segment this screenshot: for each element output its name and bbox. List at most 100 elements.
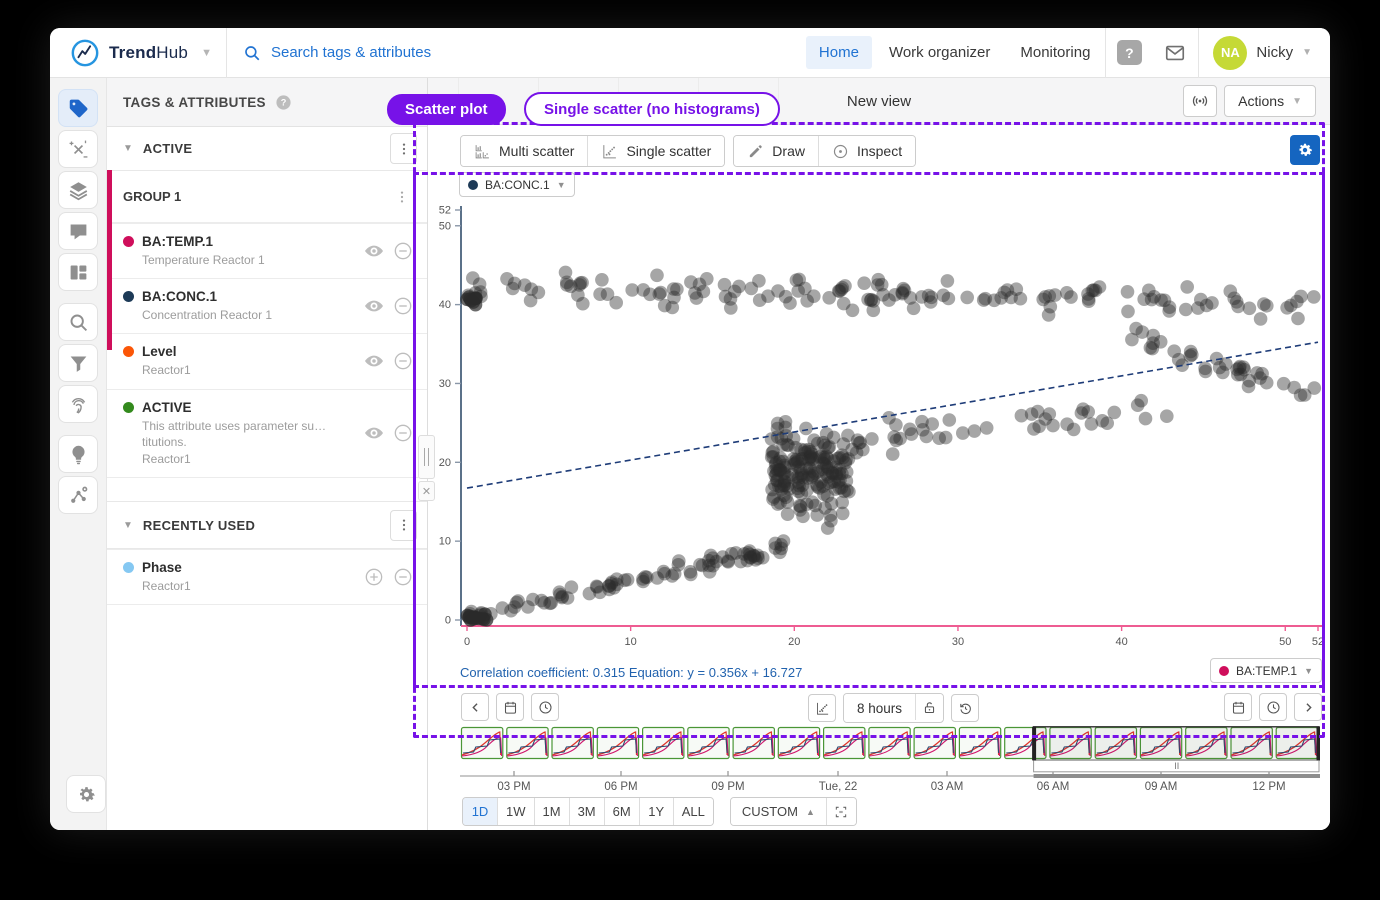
dashboard-icon (68, 262, 89, 283)
nav-item-work-organizer[interactable]: Work organizer (876, 36, 1003, 69)
chart-settings-button[interactable] (1290, 135, 1320, 165)
range-1m-button[interactable]: 1M (534, 798, 569, 825)
signal-color-dot (123, 236, 134, 247)
chevron-down-icon: ▼ (1292, 96, 1302, 107)
help-icon[interactable]: ? (275, 94, 292, 111)
single-scatter-button[interactable]: Single scatter (587, 136, 724, 166)
broadcast-button[interactable] (1183, 85, 1217, 117)
range-1w-button[interactable]: 1W (497, 798, 534, 825)
resize-grip[interactable] (418, 435, 435, 479)
single-scatter-icon (601, 143, 618, 160)
group-menu-button[interactable] (391, 189, 413, 205)
timeline-right-controls (1224, 693, 1322, 721)
lock-duration-button[interactable] (915, 694, 943, 720)
search-input[interactable] (271, 44, 691, 61)
signal-color-dot (123, 346, 134, 357)
tag-row-ba-conc-1[interactable]: BA:CONC.1Concentration Reactor 1 (107, 278, 427, 333)
brand[interactable]: TrendHub ▼ (50, 38, 226, 68)
start-date-button[interactable] (496, 693, 524, 721)
tag-description: Concentration Reactor 1 (142, 307, 364, 323)
tool-tag-button[interactable] (58, 89, 98, 127)
actions-button[interactable]: Actions ▼ (1224, 85, 1316, 117)
tag-row-level[interactable]: LevelReactor1 (107, 333, 427, 388)
scatter-chart[interactable]: 01020304050520102030405052 (434, 202, 1324, 664)
range-3m-button[interactable]: 3M (569, 798, 604, 825)
section-menu-button[interactable] (390, 133, 417, 164)
svg-text:12 PM: 12 PM (1252, 781, 1285, 793)
y-axis-signal-selector[interactable]: BA:CONC.1 ▼ (459, 172, 575, 197)
fit-range-button[interactable] (826, 798, 856, 825)
panel-resize-handle: ✕ (418, 435, 435, 501)
eye-icon[interactable] (364, 423, 384, 443)
draw-button[interactable]: Draw (734, 136, 818, 166)
eye-icon[interactable] (364, 296, 384, 316)
svg-text:40: 40 (1115, 636, 1127, 648)
section-menu-button[interactable] (390, 510, 417, 541)
tool-filter-button[interactable] (58, 344, 98, 382)
tool-bulb-button[interactable] (58, 435, 98, 473)
tag-row-ba-temp-1[interactable]: BA:TEMP.1Temperature Reactor 1 (107, 223, 427, 278)
range-1d-button[interactable]: 1D (463, 798, 497, 825)
nav-item-home[interactable]: Home (806, 36, 872, 69)
group-row[interactable]: GROUP 1 (107, 170, 427, 222)
svg-text:52: 52 (1312, 636, 1324, 648)
nav-item-monitoring[interactable]: Monitoring (1007, 36, 1103, 69)
chevron-down-icon: ▼ (1304, 666, 1313, 676)
duration-display[interactable]: 8 hours (844, 694, 915, 722)
start-time-button[interactable] (531, 693, 559, 721)
settings-button[interactable] (66, 775, 106, 813)
annotation-badge-scatter-plot[interactable]: Scatter plot (387, 94, 506, 125)
minus-circle-icon[interactable] (393, 567, 413, 587)
tool-formula-button[interactable] (58, 130, 98, 168)
signal-color-dot (1219, 666, 1229, 676)
mail-icon (1164, 42, 1186, 64)
comment-icon (68, 221, 89, 242)
tag-row-active[interactable]: ACTIVEThis attribute uses parameter su… … (107, 389, 427, 478)
help-button[interactable]: ? (1106, 28, 1152, 78)
section-label: ACTIVE (143, 141, 390, 156)
calendar-icon (503, 700, 518, 715)
minus-circle-icon[interactable] (393, 423, 413, 443)
section-active[interactable]: ▼ ACTIVE (107, 127, 427, 170)
plus-circle-icon[interactable] (364, 567, 384, 587)
tag-description: Reactor1 (142, 451, 364, 467)
end-date-button[interactable] (1224, 693, 1252, 721)
history-button[interactable] (951, 694, 979, 722)
minus-circle-icon[interactable] (393, 296, 413, 316)
minus-circle-icon[interactable] (393, 351, 413, 371)
minus-circle-icon[interactable] (393, 241, 413, 261)
range-all-button[interactable]: ALL (673, 798, 713, 825)
tag-row-phase[interactable]: PhaseReactor1 (107, 549, 427, 604)
search-icon (243, 44, 261, 62)
tool-comment-button[interactable] (58, 212, 98, 250)
gear-icon (76, 784, 97, 805)
tool-layers-button[interactable] (58, 171, 98, 209)
range-1y-button[interactable]: 1Y (639, 798, 673, 825)
close-icon[interactable]: ✕ (418, 481, 435, 501)
section-recently-used[interactable]: ▼ RECENTLY USED (107, 501, 427, 549)
step-forward-button[interactable] (1294, 693, 1322, 721)
timeline-strip[interactable]: 03 PM06 PM09 PMTue, 2203 AM06 AM09 AM12 … (460, 726, 1320, 794)
custom-range-button[interactable]: CUSTOM ▲ (731, 798, 826, 825)
tool-dashboard-button[interactable] (58, 253, 98, 291)
avatar: NA (1213, 36, 1247, 70)
mail-button[interactable] (1152, 28, 1198, 78)
eye-icon[interactable] (364, 351, 384, 371)
multi-scatter-button[interactable]: Multi scatter (461, 136, 587, 166)
svg-text:03 AM: 03 AM (931, 781, 964, 793)
inspect-button[interactable]: Inspect (818, 136, 915, 166)
tag-name: BA:TEMP.1 (142, 234, 213, 249)
range-6m-button[interactable]: 6M (604, 798, 639, 825)
tool-fingerprint-button[interactable] (58, 385, 98, 423)
end-time-button[interactable] (1259, 693, 1287, 721)
annotation-badge-single-scatter[interactable]: Single scatter (no histograms) (524, 92, 780, 126)
tool-graph-button[interactable] (58, 476, 98, 514)
tool-search-button[interactable] (58, 303, 98, 341)
x-axis-signal-selector[interactable]: BA:TEMP.1 ▼ (1210, 658, 1322, 683)
custom-range-group: CUSTOM ▲ (730, 797, 857, 826)
chevron-down-icon[interactable]: ▼ (201, 47, 212, 59)
step-back-button[interactable] (461, 693, 489, 721)
scatter-range-button[interactable] (808, 694, 836, 722)
user-menu[interactable]: NA Nicky ▼ (1199, 36, 1330, 70)
eye-icon[interactable] (364, 241, 384, 261)
